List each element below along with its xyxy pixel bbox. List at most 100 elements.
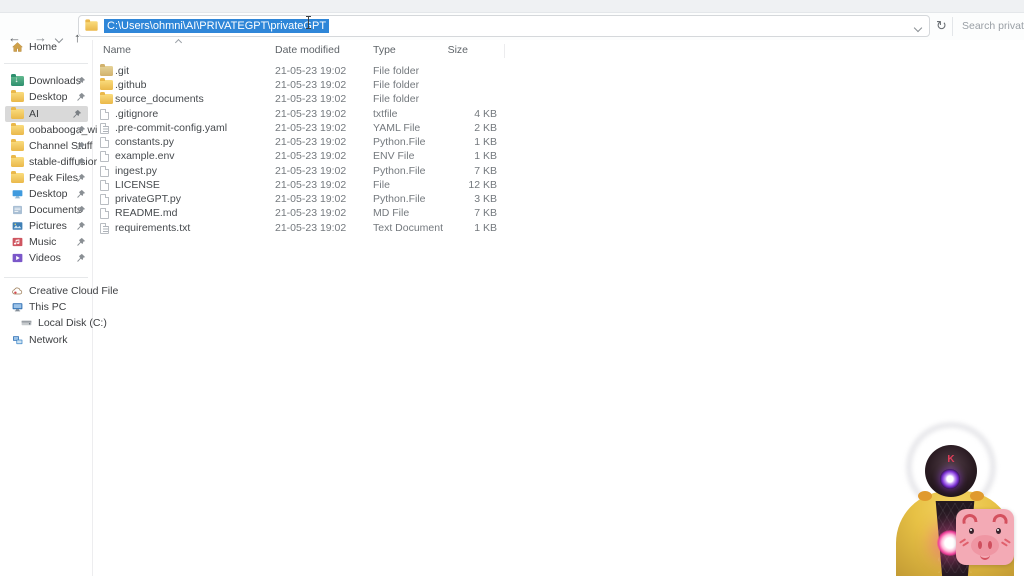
refresh-icon[interactable]: ↻ (936, 18, 947, 34)
file-date: 21-05-23 19:02 (275, 93, 347, 105)
file-icon (100, 150, 109, 162)
folder-icon (11, 139, 24, 151)
column-header-type[interactable]: Type (373, 44, 396, 56)
sidebar-item-label: Downloads (29, 75, 81, 87)
sidebar-item-oobabooga[interactable]: oobabooga_wi (0, 122, 97, 138)
pig-eye-icon (996, 528, 1001, 534)
file-icon (100, 222, 109, 234)
file-type: Text Document (373, 222, 444, 234)
column-header-name[interactable]: Name (103, 44, 131, 56)
sidebar-item-label: This PC (29, 301, 67, 313)
pig-nostril (978, 541, 982, 549)
pin-icon (77, 221, 86, 230)
file-row[interactable]: .github 21-05-23 19:02 File folder (92, 78, 512, 92)
sidebar-item-downloads[interactable]: Downloads (0, 73, 92, 89)
sidebar-item-local-disk-c[interactable]: Local Disk (C:) (0, 315, 107, 331)
file-icon (100, 179, 109, 191)
file-row[interactable]: .gitignore 21-05-23 19:02 txtfile 4 KB (92, 107, 512, 121)
sidebar-item-ai[interactable]: AI (5, 106, 88, 122)
address-dropdown-chevron-icon[interactable] (913, 23, 923, 33)
pin-icon (77, 205, 86, 214)
file-size: 1 KB (474, 222, 497, 234)
file-row[interactable]: example.env 21-05-23 19:02 ENV File 1 KB (92, 149, 512, 163)
address-bar[interactable]: C:\Users\ohmni\AI\PRIVATEGPT\privateGPT (78, 15, 930, 37)
file-size: 12 KB (468, 179, 497, 191)
file-size: 1 KB (474, 150, 497, 162)
pig-blush-mark (962, 541, 969, 547)
pin-icon (77, 253, 86, 262)
avatar-shoulder (918, 491, 932, 501)
text-cursor (306, 16, 311, 29)
file-date: 21-05-23 19:02 (275, 193, 347, 205)
address-path-text[interactable]: C:\Users\ohmni\AI\PRIVATEGPT\privateGPT (104, 19, 330, 33)
sidebar-item-label: Documents (29, 204, 83, 216)
sidebar-item-creative-cloud[interactable]: Creative Cloud File (0, 283, 118, 299)
pin-icon (77, 76, 86, 85)
file-row[interactable]: privateGPT.py 21-05-23 19:02 Python.File… (92, 192, 512, 206)
desktop-icon (12, 190, 23, 199)
column-header-date-modified[interactable]: Date modified (275, 44, 340, 56)
sidebar-item-music[interactable]: Music (0, 234, 92, 250)
file-name: privateGPT.py (115, 193, 181, 205)
file-type: Python.File (373, 165, 426, 177)
file-type: YAML File (373, 122, 421, 134)
file-row[interactable]: LICENSE 21-05-23 19:02 File 12 KB (92, 178, 512, 192)
file-date: 21-05-23 19:02 (275, 165, 347, 177)
sidebar-item-documents[interactable]: Documents (0, 202, 92, 218)
folder-icon (100, 64, 113, 76)
file-row[interactable]: README.md 21-05-23 19:02 MD File 7 KB (92, 206, 512, 220)
music-icon (12, 237, 23, 247)
sidebar-item-this-pc[interactable]: This PC (0, 299, 92, 315)
file-row[interactable]: .pre-commit-config.yaml 21-05-23 19:02 Y… (92, 121, 512, 135)
pin-icon (77, 173, 86, 182)
file-size: 1 KB (474, 136, 497, 148)
file-type: Python.File (373, 136, 426, 148)
sidebar-item-videos[interactable]: Videos (0, 250, 92, 266)
file-date: 21-05-23 19:02 (275, 108, 347, 120)
network-icon (13, 336, 23, 345)
file-list: Name Date modified Type Size .git 21-05-… (92, 38, 512, 340)
folder-icon (100, 78, 113, 90)
file-type: Python.File (373, 193, 426, 205)
pictures-icon (12, 222, 23, 230)
file-row[interactable]: ingest.py 21-05-23 19:02 Python.File 7 K… (92, 164, 512, 178)
sidebar-item-desktop-pinned[interactable]: Desktop (0, 89, 92, 105)
sidebar-item-home[interactable]: Home (0, 39, 92, 55)
sidebar-item-channel-stuff[interactable]: Channel Stuff (0, 138, 92, 154)
downloads-folder-icon (11, 74, 24, 86)
sidebar-item-peak-files[interactable]: Peak Files (0, 170, 92, 186)
file-row[interactable]: requirements.txt 21-05-23 19:02 Text Doc… (92, 221, 512, 235)
toolbar-divider (952, 17, 953, 36)
file-name: constants.py (115, 136, 174, 148)
folder-icon (11, 107, 24, 119)
documents-icon (13, 205, 22, 215)
sidebar-item-label: Network (29, 334, 68, 346)
file-name: .pre-commit-config.yaml (115, 122, 228, 134)
folder-icon (11, 123, 24, 135)
file-type: File folder (373, 93, 420, 105)
file-row[interactable]: constants.py 21-05-23 19:02 Python.File … (92, 135, 512, 149)
file-size: 7 KB (474, 207, 497, 219)
file-name: .github (115, 79, 147, 91)
this-pc-icon (12, 303, 23, 312)
sidebar-item-network[interactable]: Network (0, 332, 92, 348)
sidebar-item-pictures[interactable]: Pictures (0, 218, 92, 234)
sidebar-item-desktop[interactable]: Desktop (0, 186, 92, 202)
pin-icon (77, 92, 86, 101)
avatar-badge-letter: K (947, 454, 955, 465)
folder-icon (11, 90, 24, 102)
sidebar-item-label: oobabooga_wi (29, 124, 98, 136)
file-row[interactable]: source_documents 21-05-23 19:02 File fol… (92, 92, 512, 106)
cloud-icon (12, 287, 23, 295)
file-icon (100, 136, 109, 148)
file-type: txtfile (373, 108, 398, 120)
sidebar-item-label: stable-diffusior (29, 156, 98, 168)
navigation-pane: Home Downloads Desktop AI oobabooga_wi C… (0, 39, 118, 576)
file-date: 21-05-23 19:02 (275, 79, 347, 91)
file-row[interactable]: .git 21-05-23 19:02 File folder (92, 64, 512, 78)
sidebar-item-stable-diffusion[interactable]: stable-diffusior (0, 154, 97, 170)
file-name: .git (115, 65, 130, 77)
column-header-size[interactable]: Size (408, 44, 468, 56)
sidebar-separator (4, 63, 88, 64)
file-icon (100, 122, 109, 134)
